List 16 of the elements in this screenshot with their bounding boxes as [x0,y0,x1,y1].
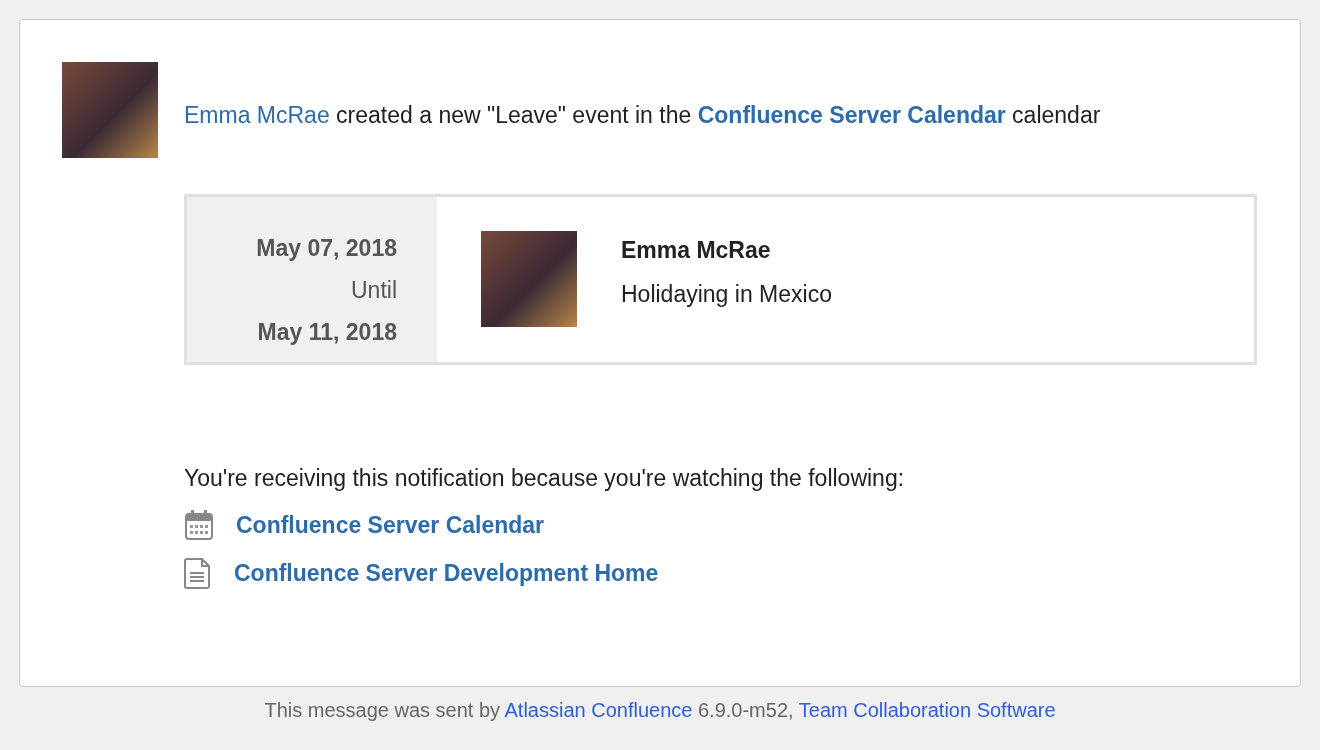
calendar-link[interactable]: Confluence Server Calendar [697,102,1006,128]
tagline-link[interactable]: Team Collaboration Software [798,699,1056,721]
until-label: Until [351,276,397,305]
notification-text: Emma McRae created a new "Leave" event in the Confluence Server Calendar calendar [184,101,1101,130]
start-date: May 07, 2018 [256,234,397,263]
user-link[interactable]: Emma McRae [184,102,330,128]
footer-text: This message was sent by Atlassian Confluence 6.9.0-m52, Team Collaboration Software [264,699,1056,721]
person-name: Emma McRae [621,236,772,265]
end-date: May 11, 2018 [257,318,397,347]
watching-text: You're receiving this notification because you're watching the following: [184,464,906,493]
product-link[interactable]: Atlassian Confluence [504,699,693,721]
calendar-icon [184,509,214,541]
document-icon [184,557,212,589]
page-link[interactable]: Confluence Server Development Home [234,559,659,587]
calendar-link[interactable]: Confluence Server Calendar [236,511,545,539]
event-description: Holidaying in Mexico [621,280,832,309]
